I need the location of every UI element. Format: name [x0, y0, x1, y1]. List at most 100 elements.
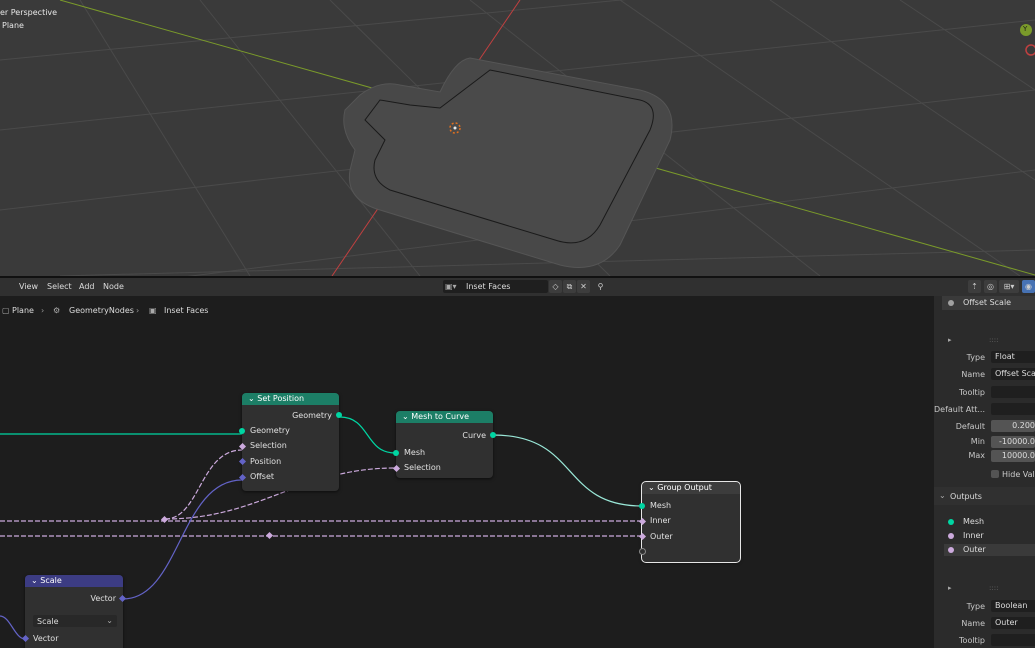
output-item-outer[interactable]: Outer: [944, 544, 1035, 556]
socket-label: Mesh: [650, 501, 672, 510]
name-field[interactable]: Offset Scale: [991, 368, 1035, 380]
default-value-field[interactable]: 0.200: [991, 420, 1035, 432]
node-tree-name: Inset Faces: [466, 282, 511, 291]
output-socket[interactable]: [336, 412, 342, 418]
dropdown-value: Scale: [37, 617, 59, 626]
boolean-socket-icon: [948, 547, 954, 553]
breadcrumb-separator-icon: ›: [41, 306, 45, 315]
node-title: Scale: [40, 576, 62, 585]
menu-node[interactable]: Node: [103, 282, 124, 291]
tooltip-label: Tooltip: [959, 388, 985, 397]
resize-grip-icon[interactable]: ::::: [989, 584, 998, 592]
scale-mode-dropdown[interactable]: Scale ⌄: [33, 615, 117, 627]
view-name: er Perspective: [0, 8, 58, 17]
max-value: 10000.0: [1001, 451, 1035, 460]
output-item-name: Mesh: [963, 517, 985, 526]
default-value: 0.200: [1012, 421, 1035, 430]
boolean-socket-icon: [948, 533, 954, 539]
min-value-field[interactable]: -10000.0: [991, 436, 1035, 448]
input-socket[interactable]: [393, 450, 399, 456]
resize-grip-icon[interactable]: ::::: [989, 336, 998, 344]
node-group-output[interactable]: ⌄ Group Output Mesh Inner Outer: [638, 481, 741, 563]
node-title: Set Position: [257, 394, 305, 403]
socket-label: Mesh: [404, 448, 426, 457]
node-scale[interactable]: ⌄ Scale Vector Scale ⌄ Vector: [21, 575, 127, 648]
node-header[interactable]: ⌄ Set Position: [242, 393, 339, 405]
default-label: Default: [955, 422, 985, 431]
close-icon[interactable]: ✕: [577, 280, 590, 293]
hide-value-label: Hide Value: [1002, 470, 1035, 479]
node-set-position[interactable]: ⌄ Set Position Geometry Geometry Selecti…: [238, 393, 342, 491]
empty-input-socket[interactable]: [639, 548, 646, 555]
node-header[interactable]: ⌄ Mesh to Curve: [396, 411, 493, 423]
hide-value-checkbox[interactable]: [991, 470, 999, 478]
geometry-socket-icon: [948, 519, 954, 525]
tooltip-field[interactable]: [991, 386, 1035, 398]
type-dropdown[interactable]: Float: [991, 351, 1035, 363]
breadcrumb-plane[interactable]: Plane: [12, 306, 34, 315]
output-item-mesh[interactable]: Mesh: [944, 516, 1035, 528]
socket-label: Inner: [650, 516, 671, 525]
socket-label: Position: [250, 457, 282, 466]
expand-icon[interactable]: ▸: [948, 584, 952, 592]
float-socket-icon: [948, 300, 954, 306]
axis-y-label[interactable]: Y: [1023, 25, 1027, 33]
socket-label: Curve: [462, 431, 486, 440]
input-socket[interactable]: [239, 428, 245, 434]
node-tree-selector[interactable]: ▣▾ Inset Faces: [443, 280, 548, 293]
snapping-icon[interactable]: ⊞▾: [999, 280, 1019, 293]
node-header[interactable]: ⌄ Group Output: [642, 482, 740, 494]
type-label: Type: [966, 602, 985, 611]
type-dropdown[interactable]: Boolean: [991, 600, 1035, 612]
default-attribute-field[interactable]: [991, 403, 1035, 415]
node-sidebar: Offset Scale ▸ :::: Type Float Name Offs…: [934, 296, 1035, 648]
breadcrumb-separator-icon: ›: [136, 306, 140, 315]
tooltip-label: Tooltip: [959, 636, 985, 645]
node-title: Mesh to Curve: [411, 412, 470, 421]
node-header[interactable]: ⌄ Scale: [25, 575, 123, 587]
menu-view[interactable]: View: [19, 282, 38, 291]
object-icon: ▢: [2, 306, 10, 315]
menu-add[interactable]: Add: [79, 282, 95, 291]
name-label: Name: [961, 619, 985, 628]
outputs-panel-header[interactable]: ⌄ Outputs: [934, 487, 1035, 505]
node-editor-canvas[interactable]: ▢ Plane › ⚙ GeometryNodes › ▣ Inset Face…: [0, 296, 928, 648]
max-value-field[interactable]: 10000.0: [991, 450, 1035, 462]
pin-icon[interactable]: ⚲: [594, 280, 607, 293]
node-tree-icon: ▣: [149, 306, 157, 315]
socket-label: Offset: [250, 472, 275, 481]
type-label: Type: [966, 353, 985, 362]
parent-node-icon[interactable]: ⇡: [968, 280, 981, 293]
outputs-header: Outputs: [950, 492, 982, 501]
socket-label: Selection: [250, 441, 287, 450]
node-mesh-to-curve[interactable]: ⌄ Mesh to Curve Curve Mesh Selection: [392, 411, 496, 478]
output-item-inner[interactable]: Inner: [944, 530, 1035, 542]
name-label: Name: [961, 370, 985, 379]
output-item-name: Outer: [963, 545, 986, 554]
view-icon[interactable]: ◉: [1022, 280, 1035, 293]
output-item-name: Inner: [963, 531, 984, 540]
menu-select[interactable]: Select: [47, 282, 72, 291]
name-field[interactable]: Outer: [991, 617, 1035, 629]
socket-label: Vector: [90, 594, 117, 603]
modifier-icon: ⚙: [53, 306, 61, 315]
input-item-name: Offset Scale: [963, 298, 1012, 307]
default-attribute-label: Default Att...: [934, 405, 986, 414]
expand-icon[interactable]: ▸: [948, 336, 952, 344]
fake-user-icon[interactable]: ◇: [549, 280, 562, 293]
input-socket[interactable]: [639, 503, 645, 509]
viewport-scene: [0, 0, 1035, 276]
output-socket[interactable]: [490, 432, 496, 438]
overlay-icon[interactable]: ◎: [984, 280, 997, 293]
breadcrumb-geometrynodes[interactable]: GeometryNodes: [69, 306, 134, 315]
input-list-item[interactable]: Offset Scale: [942, 296, 1035, 310]
object-name: Plane: [2, 21, 24, 30]
breadcrumb-inset-faces[interactable]: Inset Faces: [164, 306, 208, 315]
chevron-down-icon: ⌄: [939, 491, 946, 500]
duplicate-icon[interactable]: ⧉: [563, 280, 576, 293]
socket-label: Geometry: [292, 411, 332, 420]
tooltip-field[interactable]: [991, 634, 1035, 646]
3d-viewport[interactable]: er Perspective Plane Y: [0, 0, 1035, 276]
chevron-down-icon: ⌄: [106, 616, 113, 625]
node-editor-header: View Select Add Node ▣▾ Inset Faces ◇ ⧉ …: [0, 278, 1035, 296]
